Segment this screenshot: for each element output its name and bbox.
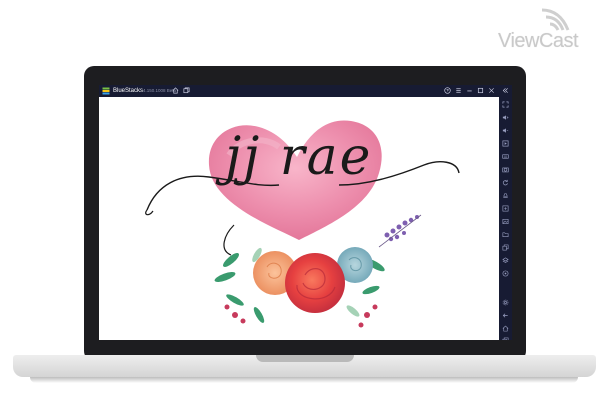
bluestacks-logo-icon (102, 87, 110, 95)
media-manager-icon[interactable] (502, 218, 509, 225)
bluestacks-window: BlueStacks 4.150.1008 Beta jj rae (99, 85, 512, 340)
maximize-icon[interactable] (477, 87, 484, 94)
titlebar: BlueStacks 4.150.1008 Beta (99, 85, 512, 97)
screenshot-icon[interactable] (502, 166, 509, 173)
home-icon[interactable] (172, 87, 179, 94)
app-name: BlueStacks (113, 88, 144, 94)
laptop-notch (256, 355, 354, 362)
rotate-icon[interactable] (502, 179, 509, 186)
settings-gear-icon[interactable] (502, 299, 509, 306)
logo-text: jj rae (225, 127, 373, 187)
recent-apps-icon[interactable] (502, 337, 509, 340)
android-home-icon[interactable] (502, 325, 509, 332)
watermark-text: ViewCast (498, 30, 579, 52)
multi-instance-icon[interactable] (183, 87, 190, 94)
macro-icon[interactable] (502, 270, 509, 277)
apk-install-icon[interactable] (502, 205, 509, 212)
menu-icon[interactable] (455, 87, 462, 94)
back-arrow-icon[interactable] (502, 312, 509, 319)
copy-icon[interactable] (502, 244, 509, 251)
laptop-shadow (30, 377, 578, 383)
layers-icon[interactable] (502, 257, 509, 264)
fullscreen-icon[interactable] (502, 101, 509, 108)
app-canvas[interactable]: jj rae (99, 97, 499, 340)
shake-icon[interactable] (502, 192, 509, 199)
folder-icon[interactable] (502, 231, 509, 238)
collapse-sidebar-icon[interactable] (502, 87, 509, 94)
screen-record-icon[interactable] (502, 140, 509, 147)
keyboard-icon[interactable] (502, 153, 509, 160)
volume-up-icon[interactable] (502, 114, 509, 121)
minimize-icon[interactable] (466, 87, 473, 94)
close-icon[interactable] (488, 87, 495, 94)
help-icon[interactable] (444, 87, 451, 94)
tool-sidebar (499, 97, 512, 340)
viewcast-watermark: ViewCast (498, 6, 594, 52)
volume-down-icon[interactable] (502, 127, 509, 134)
